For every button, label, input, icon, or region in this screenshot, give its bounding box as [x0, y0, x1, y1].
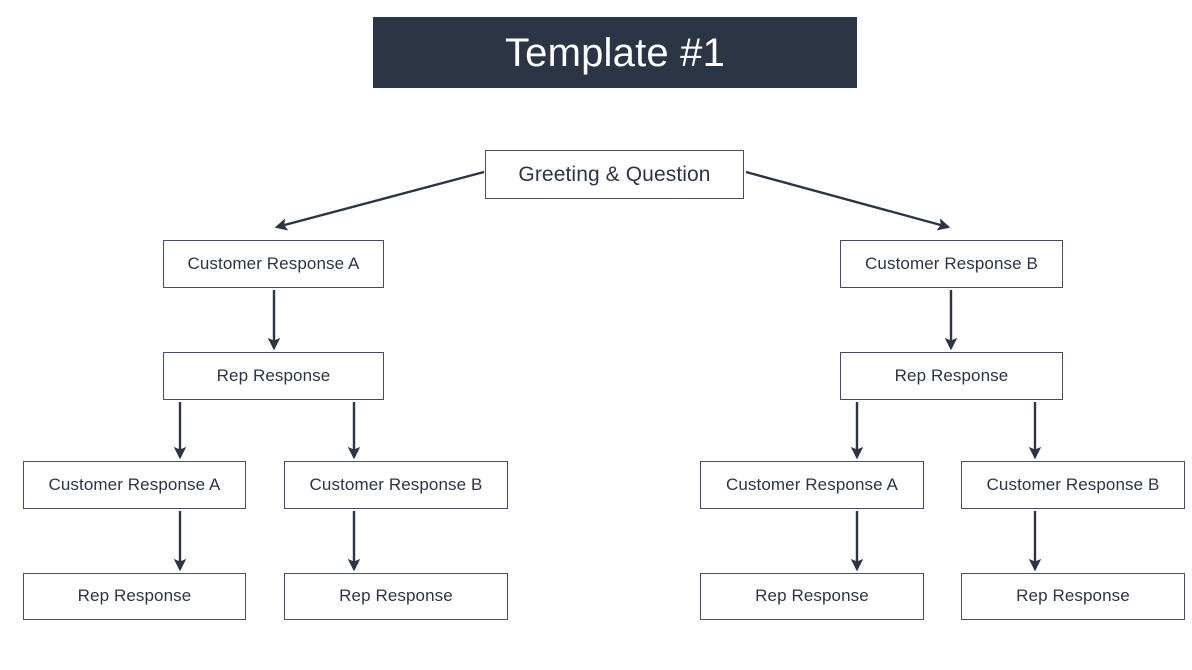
flow-node-label: Customer Response B: [309, 474, 483, 494]
flow-node-l3b[interactable]: Customer Response B: [284, 461, 508, 509]
flow-node-label: Customer Response B: [865, 253, 1038, 273]
flow-node-label: Customer Response A: [48, 474, 221, 494]
flow-node-r2rep[interactable]: Rep Response: [840, 352, 1063, 400]
flow-node-label: Rep Response: [216, 365, 331, 385]
flow-node-l4a[interactable]: Rep Response: [23, 573, 246, 620]
page-title: Template #1: [504, 30, 726, 75]
flow-node-r4b[interactable]: Rep Response: [961, 573, 1185, 620]
flow-node-label: Rep Response: [77, 586, 192, 606]
flow-node-r4a[interactable]: Rep Response: [700, 573, 924, 620]
diagram-canvas: Template #1 Greeting & Question Customer …: [0, 0, 1192, 670]
connector-layer: [173, 170, 1042, 572]
title-banner: Template #1: [373, 17, 857, 88]
flow-node-label: Customer Response A: [726, 474, 898, 494]
flow-node-label: Greeting & Question: [518, 162, 711, 186]
flow-node-label: Rep Response: [755, 586, 869, 606]
flow-node-label: Rep Response: [339, 586, 453, 606]
flow-node-r1b[interactable]: Customer Response B: [840, 240, 1063, 288]
flow-node-l2rep[interactable]: Rep Response: [163, 352, 384, 400]
flow-node-l3a[interactable]: Customer Response A: [23, 461, 246, 509]
flow-node-r3a[interactable]: Customer Response A: [700, 461, 924, 509]
flow-node-r3b[interactable]: Customer Response B: [961, 461, 1185, 509]
flow-node-label: Rep Response: [1016, 586, 1130, 606]
flow-node-l4b[interactable]: Rep Response: [284, 573, 508, 620]
flow-node-label: Rep Response: [894, 365, 1009, 385]
flow-node-label: Customer Response A: [187, 253, 360, 273]
flow-edge-root-to-r1b: [745, 170, 951, 231]
flow-edge-root-to-l1a: [274, 170, 485, 231]
flow-node-l1a[interactable]: Customer Response A: [163, 240, 384, 288]
flow-node-root[interactable]: Greeting & Question: [485, 150, 744, 199]
flow-node-label: Customer Response B: [986, 474, 1160, 494]
